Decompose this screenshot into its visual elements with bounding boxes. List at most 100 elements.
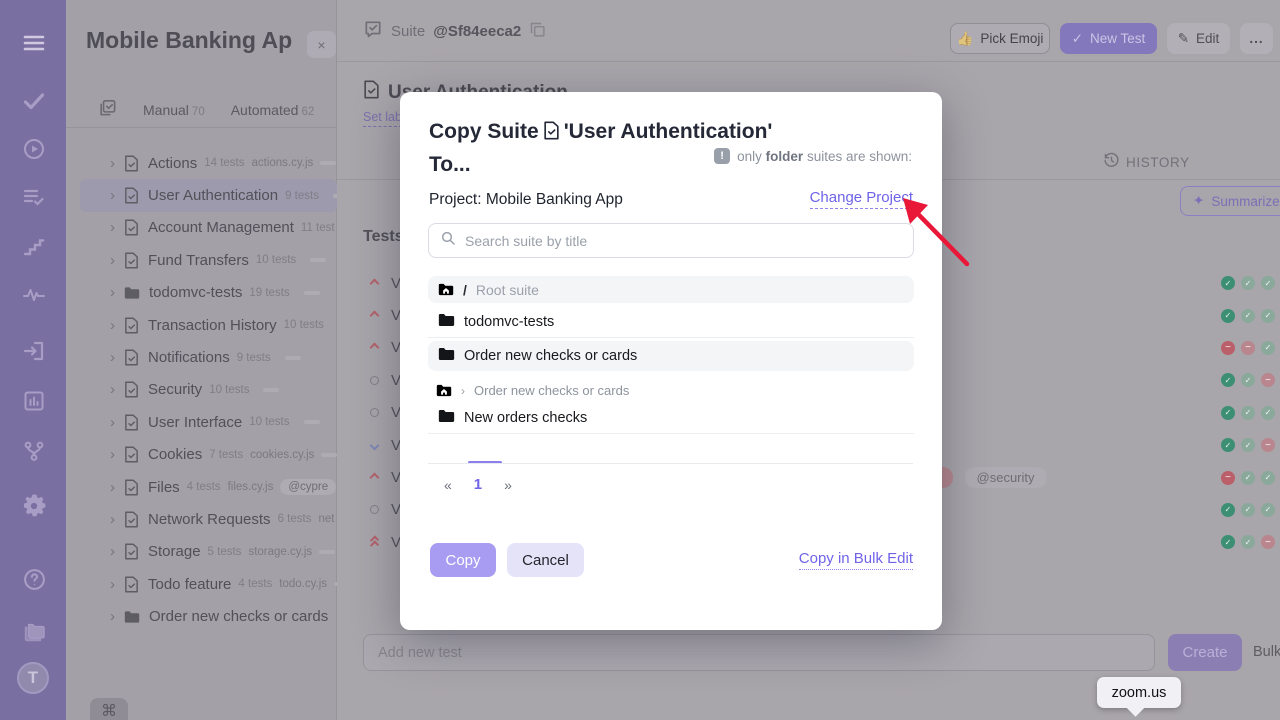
prev-page-button[interactable]: « <box>444 477 452 493</box>
suite-search-box <box>428 223 914 258</box>
status-dot-icon <box>1261 276 1275 290</box>
create-button[interactable]: Create <box>1168 634 1242 671</box>
folder-icon <box>438 347 455 366</box>
chevron-right-icon[interactable]: › <box>110 577 115 592</box>
destination-suite-row[interactable]: / › todomvc-tests <box>428 307 914 338</box>
menu-icon[interactable] <box>21 30 47 56</box>
suite-file-name: files.cy.js <box>228 481 274 493</box>
close-panel-button[interactable]: × <box>307 31 336 58</box>
priority-icon <box>367 442 381 449</box>
suite-tag-badge <box>310 258 326 262</box>
chevron-right-icon[interactable]: › <box>110 253 115 268</box>
tab-automated[interactable]: Automated62 <box>231 102 315 118</box>
chevron-right-icon[interactable]: › <box>110 609 115 624</box>
document-check-icon <box>124 317 139 334</box>
chevron-right-icon[interactable]: › <box>110 350 115 365</box>
suite-tree-item[interactable]: › Security 10 tests <box>66 374 337 406</box>
suite-tree-item[interactable]: › Todo feature 4 tests todo.cy.js <box>66 568 337 600</box>
suite-tree-item[interactable]: › Files 4 tests files.cy.js @cypre <box>66 471 337 503</box>
set-label-link[interactable]: Set lab <box>363 110 402 127</box>
suite-tree-item[interactable]: › Cookies 7 tests cookies.cy.js <box>66 439 337 471</box>
suite-tree-item[interactable]: › Network Requests 6 tests net <box>66 503 337 535</box>
pick-emoji-button[interactable]: 👍Pick Emoji <box>950 23 1050 54</box>
suite-tag-badge: @cypre <box>280 479 336 495</box>
chevron-right-icon[interactable]: › <box>110 544 115 559</box>
copy-button[interactable]: Copy <box>430 543 496 577</box>
steps-icon[interactable] <box>21 234 47 260</box>
test-status-dots <box>1221 373 1275 387</box>
suite-test-count: 10 tests <box>249 416 289 428</box>
suite-tree-item[interactable]: › todomvc-tests 19 tests <box>66 277 337 309</box>
suite-tree-item[interactable]: › User Authentication 9 tests <box>80 179 337 211</box>
status-dot-icon <box>1221 373 1235 387</box>
command-shortcut-button[interactable]: ⌘ <box>90 698 128 720</box>
chevron-right-icon[interactable]: › <box>110 188 115 203</box>
suite-tree-item[interactable]: › Actions 14 tests actions.cy.js <box>66 147 337 179</box>
app-logo[interactable]: T <box>17 662 49 694</box>
suite-name: Account Management <box>148 219 294 236</box>
chevron-right-icon[interactable]: › <box>110 512 115 527</box>
play-circle-icon[interactable] <box>21 136 47 162</box>
chevron-right-icon[interactable]: › <box>110 220 115 235</box>
suite-test-count: 10 tests <box>209 384 249 396</box>
suite-name: Transaction History <box>148 317 277 334</box>
document-check-icon <box>543 121 560 140</box>
chevron-right-icon[interactable]: › <box>110 156 115 171</box>
suite-test-count: 14 tests <box>204 157 244 169</box>
suite-tree-item[interactable]: › Order new checks or cards <box>66 600 337 632</box>
destination-suite-row[interactable]: / › Order new checks or cards <box>428 381 914 400</box>
suite-tag-badge <box>304 420 320 424</box>
destination-suite-row[interactable]: / › Root suite <box>428 276 914 303</box>
copy-in-bulk-edit-link[interactable]: Copy in Bulk Edit <box>799 550 913 570</box>
suite-check-icon <box>363 19 383 43</box>
suite-tree-item[interactable]: › User Interface 10 tests <box>66 406 337 438</box>
suite-test-count: 19 tests <box>249 287 289 299</box>
suite-name: Files <box>148 479 180 496</box>
chevron-right-icon[interactable]: › <box>110 318 115 333</box>
destination-suite-name: Root suite <box>476 282 539 298</box>
pulse-icon[interactable] <box>21 282 47 308</box>
document-check-icon <box>124 349 139 366</box>
status-dot-icon <box>1241 373 1255 387</box>
chevron-right-icon[interactable]: › <box>110 382 115 397</box>
status-dot-icon <box>1221 276 1235 290</box>
suite-tree-item[interactable]: › Notifications 9 tests <box>66 341 337 373</box>
list-check-icon[interactable] <box>21 184 47 210</box>
root-folder-home-icon <box>436 384 452 397</box>
chevron-right-icon[interactable]: › <box>110 285 115 300</box>
page-1-button[interactable]: 1 <box>474 476 482 493</box>
sign-in-icon[interactable] <box>21 338 47 364</box>
gear-icon[interactable] <box>21 493 47 519</box>
suite-tree-item[interactable]: › Fund Transfers 10 tests <box>66 244 337 276</box>
help-icon[interactable] <box>21 566 47 592</box>
bar-chart-icon[interactable] <box>21 388 47 414</box>
suite-tree-item[interactable]: › Storage 5 tests storage.cy.js <box>66 536 337 568</box>
copy-suite-modal: Copy Suite'User Authentication' To... ! … <box>400 92 942 630</box>
red-annotation-arrow <box>895 196 977 274</box>
cancel-button[interactable]: Cancel <box>507 543 584 577</box>
chevron-right-icon[interactable]: › <box>110 447 115 462</box>
priority-icon <box>367 538 381 547</box>
chevron-right-icon[interactable]: › <box>110 415 115 430</box>
check-icon[interactable] <box>21 88 47 114</box>
copy-id-icon[interactable] <box>529 21 546 42</box>
folders-icon[interactable] <box>21 618 47 644</box>
summarize-button[interactable]: ✦ Summarize <box>1180 186 1280 216</box>
history-tab[interactable]: HISTORY <box>1103 152 1190 172</box>
edit-button[interactable]: ✎Edit <box>1167 23 1230 54</box>
suite-tree-item[interactable]: › Transaction History 10 tests <box>66 309 337 341</box>
status-dot-icon <box>1261 373 1275 387</box>
suite-tree-item[interactable]: › Account Management 11 test <box>66 212 337 244</box>
branch-icon[interactable] <box>21 438 47 464</box>
chevron-right-icon[interactable]: › <box>110 480 115 495</box>
more-options-button[interactable]: ... <box>1240 23 1273 54</box>
warning-icon: ! <box>714 148 730 164</box>
tab-manual[interactable]: Manual70 <box>143 102 205 118</box>
next-page-button[interactable]: » <box>504 477 512 493</box>
destination-suite-row[interactable]: / › Order new checks or cards <box>428 341 914 371</box>
destination-suite-row[interactable]: / › New orders checks <box>428 403 914 434</box>
suite-search-input[interactable] <box>465 233 913 249</box>
add-new-test-input[interactable] <box>363 634 1155 671</box>
new-test-button[interactable]: ✓New Test <box>1060 23 1157 54</box>
status-dot-icon <box>1261 503 1275 517</box>
